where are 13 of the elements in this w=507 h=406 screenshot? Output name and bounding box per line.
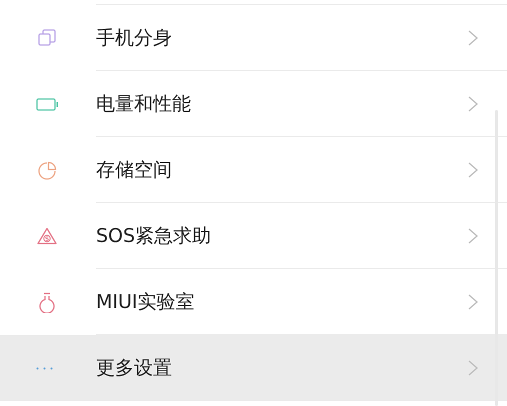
chevron-icon (467, 359, 479, 377)
row-label: 存储空间 (96, 158, 173, 182)
chevron-icon (467, 28, 479, 46)
row-label: 电量和性能 (96, 92, 192, 116)
chevron-icon (467, 160, 479, 178)
chevron-icon (467, 292, 479, 310)
chevron-icon (467, 226, 479, 244)
chevron-icon (467, 94, 479, 112)
row-label: 手机分身 (96, 26, 173, 50)
row-label: SOS紧急求助 (96, 224, 212, 248)
row-label: MIUI实验室 (96, 290, 196, 314)
row-label: 更多设置 (96, 356, 173, 381)
settings-row[interactable]: 更多设置 (0, 335, 507, 401)
